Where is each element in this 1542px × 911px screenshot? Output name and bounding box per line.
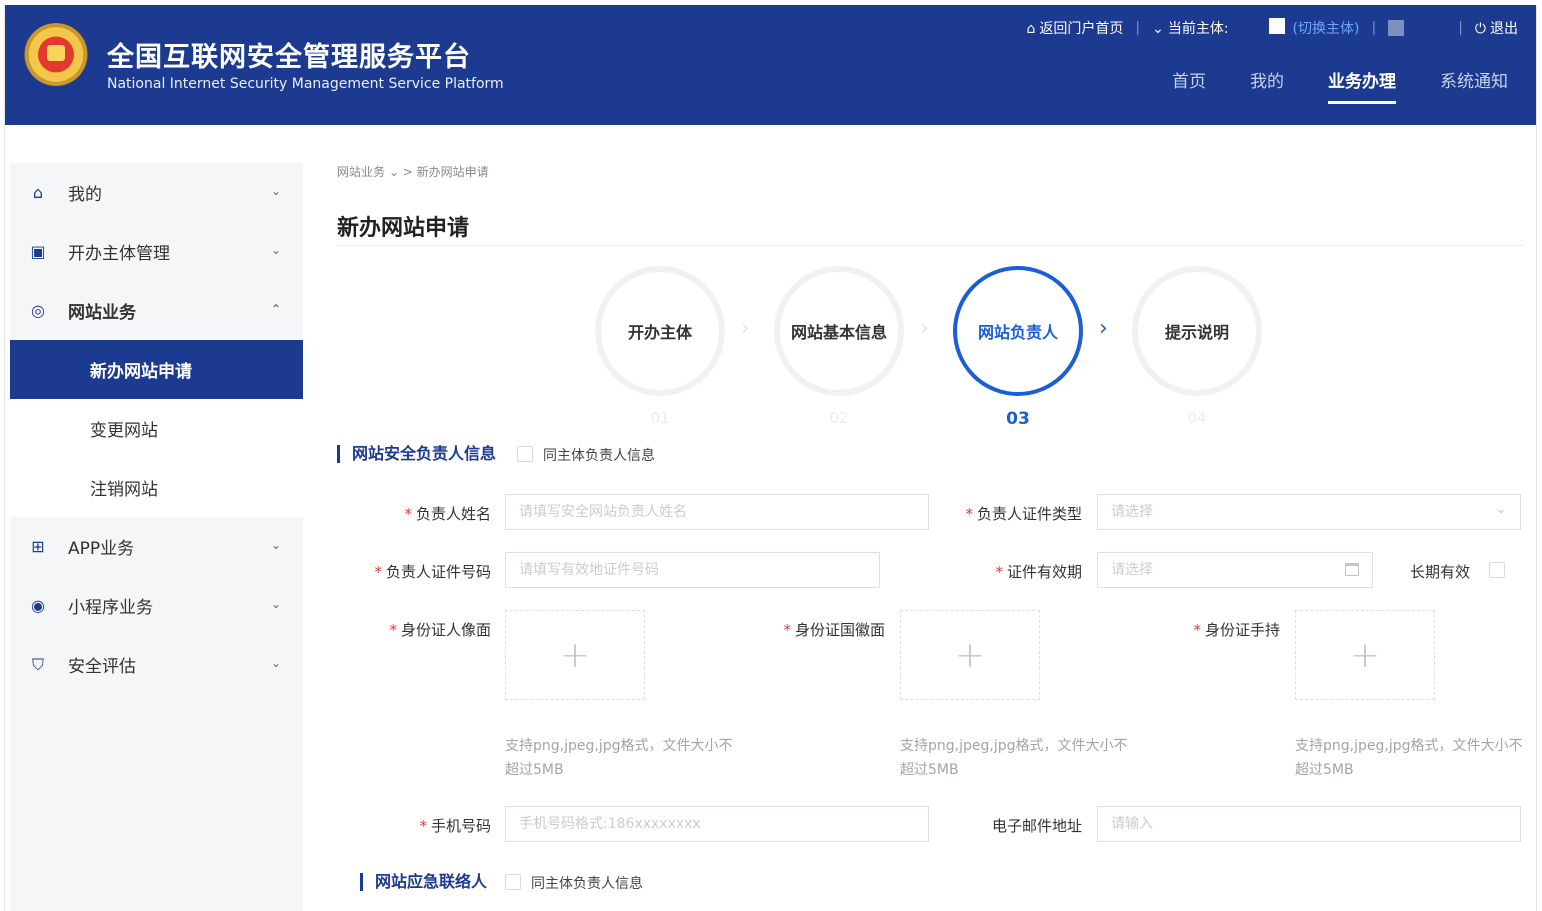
breadcrumb: 网站业务 ⌄ > 新办网站申请 — [337, 163, 489, 180]
logout-button[interactable]: ⏻ 退出 — [1475, 18, 1518, 38]
current-subject-dropdown[interactable]: ⌄ 当前主体: — [1152, 18, 1228, 38]
breadcrumb-parent[interactable]: 网站业务 — [337, 165, 385, 179]
validity-date-input[interactable] — [1097, 552, 1373, 588]
phone-input[interactable] — [505, 806, 929, 842]
upload-hint: 支持png,jpeg,jpg格式，文件大小不超过5MB — [900, 738, 1128, 778]
sidebar-item-mine[interactable]: ⌂ 我的 ⌄ — [10, 163, 303, 222]
user-avatar[interactable] — [1388, 20, 1405, 36]
id-back-label: * 身份证国徽面 — [783, 621, 885, 639]
id-type-select[interactable] — [1097, 494, 1521, 530]
platform-subtitle: National Internet Security Management Se… — [107, 76, 504, 92]
platform-title: 全国互联网安全管理服务平台 — [107, 42, 471, 73]
id-number-label: * 负责人证件号码 — [374, 563, 491, 581]
phone-label: * 手机号码 — [419, 817, 491, 835]
divider: | — [1135, 20, 1141, 36]
subject-avatar — [1268, 18, 1285, 34]
section-title-security: 网站安全负责人信息 — [337, 445, 496, 463]
responsible-name-input[interactable] — [505, 494, 929, 530]
id-hand-label: * 身份证手持 — [1193, 621, 1280, 639]
nav-business[interactable]: 业务办理 — [1328, 67, 1396, 104]
grid-icon: ⊞ — [31, 537, 45, 556]
step-3: 网站负责人 — [953, 266, 1083, 396]
main-nav: 首页 我的 业务办理 系统通知 — [1128, 67, 1508, 104]
step-4-number: 04 — [1187, 409, 1207, 427]
sidebar-item-miniprogram-business[interactable]: ◉ 小程序业务 ⌄ — [10, 576, 303, 635]
id-back-upload[interactable]: + — [900, 610, 1040, 700]
email-label: 电子邮件地址 — [991, 817, 1082, 835]
long-term-checkbox[interactable] — [1489, 562, 1505, 578]
same-as-subject-checkbox[interactable] — [517, 446, 533, 462]
nav-home[interactable]: 首页 — [1172, 67, 1206, 104]
id-handheld-upload[interactable]: + — [1295, 610, 1435, 700]
chevron-down-icon: ⌄ — [1152, 21, 1164, 37]
long-term-label: 长期有效 — [1410, 563, 1471, 581]
chevron-right-icon: › — [741, 316, 750, 341]
breadcrumb-current: 新办网站申请 — [416, 165, 489, 179]
chevron-up-icon: ⌃ — [270, 302, 281, 316]
power-icon: ⏻ — [1474, 21, 1486, 37]
home-icon: ⌂ — [32, 183, 44, 202]
chevron-down-icon: ⌄ — [270, 538, 281, 552]
page-title: 新办网站申请 — [337, 216, 470, 241]
app-window: 全国互联网安全管理服务平台 National Internet Security… — [4, 5, 1537, 911]
sidebar-item-app-business[interactable]: ⊞ APP业务 ⌄ — [10, 517, 303, 576]
validity-label: * 证件有效期 — [995, 563, 1082, 581]
id-number-input[interactable] — [505, 552, 880, 588]
compass-icon: ◉ — [31, 596, 45, 615]
step-4: 提示说明 — [1132, 266, 1262, 396]
chevron-down-icon: ⌄ — [388, 165, 403, 179]
top-header: 全国互联网安全管理服务平台 National Internet Security… — [5, 5, 1536, 125]
calendar-icon — [1345, 563, 1359, 576]
sidebar-item-subject-management[interactable]: ▣ 开办主体管理 ⌄ — [10, 222, 303, 281]
divider — [337, 245, 1524, 246]
plus-icon: + — [954, 634, 986, 676]
emergency-same-as-subject-label: 同主体负责人信息 — [531, 876, 643, 892]
subject-name — [1268, 18, 1293, 38]
sidebar-subitem-new-website[interactable]: 新办网站申请 — [10, 340, 303, 399]
section-title-emergency: 网站应急联络人 — [360, 873, 487, 891]
chevron-down-icon: ⌄ — [270, 184, 281, 198]
chevron-down-icon: ⌄ — [270, 656, 281, 670]
step-3-number: 03 — [1006, 409, 1030, 429]
sidebar-item-security-assessment[interactable]: ⛉ 安全评估 ⌄ — [10, 635, 303, 694]
step-2: 网站基本信息 — [774, 266, 904, 396]
id-front-label: * 身份证人像面 — [389, 621, 491, 639]
divider: | — [1371, 20, 1377, 36]
briefcase-icon: ▣ — [30, 242, 46, 261]
upload-hint: 支持png,jpeg,jpg格式，文件大小不超过5MB — [505, 738, 733, 778]
switch-subject-link[interactable]: (切换主体) — [1293, 18, 1360, 38]
plus-icon: + — [559, 634, 591, 676]
chevron-down-icon: ⌄ — [270, 597, 281, 611]
email-input[interactable] — [1097, 806, 1521, 842]
top-utility-bar: ⌂ 返回门户首页 | ⌄ 当前主体: (切换主体) | | ⏻ 退出 — [1026, 18, 1518, 38]
sidebar: ⌂ 我的 ⌄ ▣ 开办主体管理 ⌄ ◎ 网站业务 ⌃ 新办网站申请 变更网站 注… — [10, 163, 303, 911]
nav-notifications[interactable]: 系统通知 — [1440, 67, 1508, 104]
step-1-number: 01 — [650, 409, 670, 427]
name-label: * 负责人姓名 — [404, 505, 491, 523]
id-type-label: * 负责人证件类型 — [965, 505, 1082, 523]
home-link[interactable]: ⌂ 返回门户首页 — [1026, 18, 1123, 38]
shield-icon: ⛉ — [31, 654, 44, 674]
nav-mine[interactable]: 我的 — [1250, 67, 1284, 104]
sidebar-item-website-business[interactable]: ◎ 网站业务 ⌃ — [10, 281, 303, 340]
step-1: 开办主体 — [595, 266, 725, 396]
breadcrumb-separator: > — [402, 165, 417, 179]
globe-icon: ◎ — [31, 301, 45, 320]
sidebar-subitem-cancel-website[interactable]: 注销网站 — [10, 458, 303, 517]
plus-icon: + — [1349, 634, 1381, 676]
chevron-down-icon: ⌄ — [1496, 502, 1507, 516]
upload-hint: 支持png,jpeg,jpg格式，文件大小不超过5MB — [1295, 738, 1523, 778]
chevron-right-icon: › — [1099, 316, 1108, 341]
sidebar-subitem-change-website[interactable]: 变更网站 — [10, 399, 303, 458]
chevron-right-icon: › — [920, 316, 929, 341]
home-icon: ⌂ — [1026, 21, 1036, 37]
divider: | — [1458, 20, 1463, 36]
police-emblem-logo — [21, 23, 91, 93]
emergency-same-as-subject-checkbox[interactable] — [505, 874, 521, 890]
step-2-number: 02 — [829, 409, 849, 427]
chevron-down-icon: ⌄ — [270, 243, 281, 257]
same-as-subject-label: 同主体负责人信息 — [543, 448, 655, 464]
id-front-upload[interactable]: + — [505, 610, 645, 700]
